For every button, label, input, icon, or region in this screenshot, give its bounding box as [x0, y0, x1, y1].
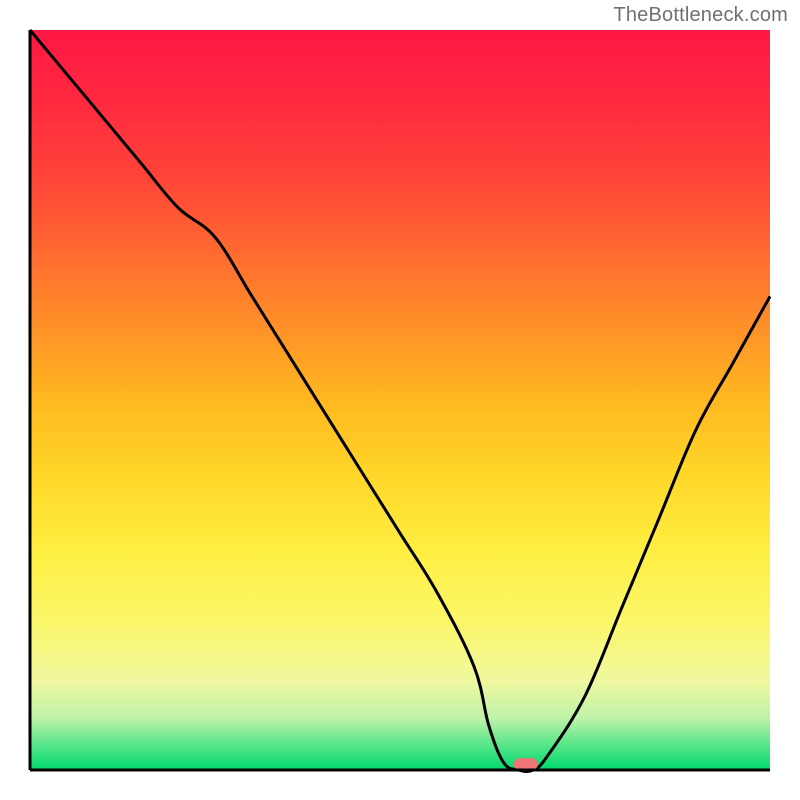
watermark-text: TheBottleneck.com — [613, 4, 788, 27]
chart-background — [30, 30, 770, 770]
bottleneck-chart — [0, 0, 800, 800]
optimal-marker — [514, 758, 538, 770]
